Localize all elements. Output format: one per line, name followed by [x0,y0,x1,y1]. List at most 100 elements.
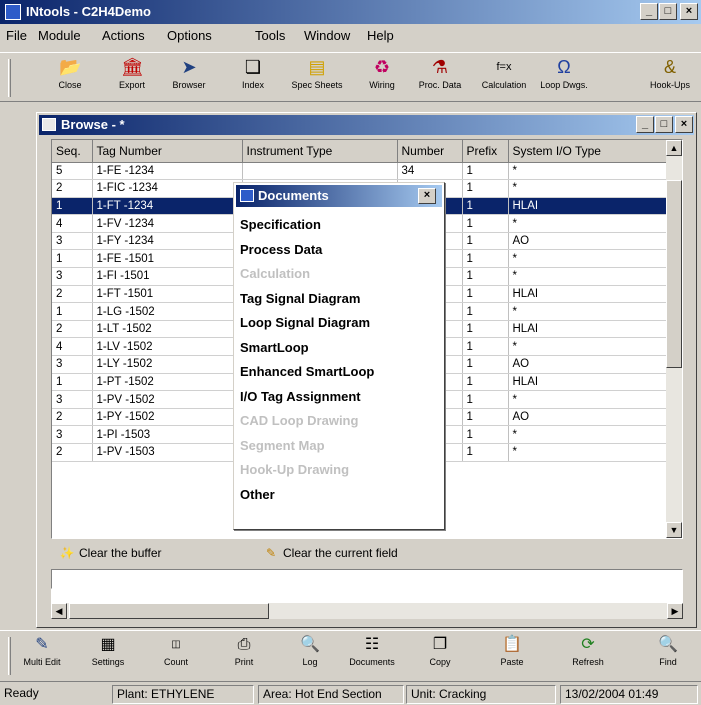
table-cell[interactable]: HLAI [508,285,669,304]
documents-button[interactable]: ☷ Documents [344,635,400,677]
table-cell[interactable]: 3 [52,355,93,374]
menu-file[interactable]: File [6,28,27,43]
document-item-smartloop[interactable]: SmartLoop [240,340,309,355]
table-cell[interactable]: 1-LT -1502 [92,320,243,339]
table-cell[interactable]: * [508,249,669,269]
table-cell[interactable]: HLAI [508,197,669,216]
table-cell[interactable]: 1 [462,285,509,304]
log-button[interactable]: 🔍 Log [282,635,338,677]
clear-buffer-button[interactable]: ✨ Clear the buffer [59,543,259,565]
table-cell[interactable]: 2 [52,408,93,427]
table-cell[interactable]: 4 [52,337,93,357]
app-title-bar[interactable]: INtools - C2H4Demo _ □ × [0,0,701,24]
table-cell[interactable]: 1 [52,249,93,269]
table-cell[interactable]: 1-LG -1502 [92,302,243,321]
menu-module[interactable]: Module [38,28,81,43]
horizontal-scroll-thumb[interactable] [69,603,269,619]
browse-maximize-button[interactable]: □ [655,116,673,133]
maximize-button[interactable]: □ [659,3,677,20]
count-button[interactable]: ◫ Count [148,635,204,677]
settings-button[interactable]: ▦ Settings [80,635,136,677]
grid-vertical-scrollbar[interactable]: ▲ ▼ [666,140,682,538]
spec-sheets-button[interactable]: ▤ Spec Sheets [287,57,347,99]
table-cell[interactable]: 1 [462,162,509,181]
table-cell[interactable]: * [508,425,669,444]
table-cell[interactable]: HLAI [508,320,669,339]
table-cell[interactable]: * [508,214,669,233]
table-cell[interactable]: * [508,162,669,181]
table-cell[interactable]: 2 [52,443,93,462]
table-row[interactable]: 5 1-FE -1234 34 1 * [52,162,669,181]
browse-title-bar[interactable]: Browse - * _ □ × [39,115,694,135]
document-item-tag-signal-diagram[interactable]: Tag Signal Diagram [240,291,360,306]
table-cell[interactable]: * [508,443,669,462]
minimize-button[interactable]: _ [640,3,658,20]
documents-title-bar[interactable]: Documents × [236,185,442,207]
document-item-loop-signal-diagram[interactable]: Loop Signal Diagram [240,315,370,330]
table-cell[interactable]: 1-FE -1501 [92,249,243,269]
table-cell[interactable]: 3 [52,267,93,286]
table-cell[interactable]: HLAI [508,373,669,392]
toolbar-grip[interactable] [8,59,11,97]
table-cell[interactable]: 1 [52,302,93,321]
table-cell[interactable]: 1-FT -1501 [92,285,243,304]
document-item-i-o-tag-assignment[interactable]: I/O Tag Assignment [240,389,361,404]
table-cell[interactable]: * [508,337,669,357]
table-cell[interactable]: 1 [52,197,93,216]
scroll-thumb[interactable] [666,180,682,368]
table-cell[interactable]: 1 [462,267,509,286]
hook-ups-button[interactable]: & Hook-Ups [640,57,700,99]
browse-close-button[interactable]: × [675,116,693,133]
close-button[interactable]: 📂 Close [40,57,100,99]
table-cell[interactable]: AO [508,408,669,427]
table-cell[interactable]: 1 [462,337,509,357]
table-cell[interactable]: 1-PT -1502 [92,373,243,392]
table-cell[interactable]: 3 [52,425,93,444]
table-cell[interactable]: 1 [462,214,509,233]
bottom-toolbar-grip[interactable] [8,637,11,675]
index-button[interactable]: ❏ Index [223,57,283,99]
table-cell[interactable]: 1 [462,179,509,198]
table-cell[interactable]: 1-PY -1502 [92,408,243,427]
document-item-enhanced-smartloop[interactable]: Enhanced SmartLoop [240,364,374,379]
table-cell[interactable]: 4 [52,214,93,233]
paste-button[interactable]: 📋 Paste [484,635,540,677]
table-cell[interactable]: 1 [462,232,509,251]
menu-options[interactable]: Options [167,28,212,43]
documents-close-button[interactable]: × [418,188,436,204]
col-system-io-type[interactable]: System I/O Type [508,140,669,163]
table-cell[interactable]: AO [508,355,669,374]
field-edit-row[interactable] [51,569,683,589]
document-item-specification[interactable]: Specification [240,217,321,232]
col-seq[interactable]: Seq. [52,140,93,163]
table-cell[interactable]: 1 [462,197,509,216]
menu-actions[interactable]: Actions [102,28,145,43]
table-cell[interactable]: 1 [462,425,509,444]
browser-button[interactable]: ➤ Browser [159,57,219,99]
table-cell[interactable]: 1-PV -1502 [92,390,243,409]
menu-tools[interactable]: Tools [255,28,285,43]
table-cell[interactable]: 1-FY -1234 [92,232,243,251]
table-cell[interactable]: 5 [52,162,93,181]
table-cell[interactable]: 1-LV -1502 [92,337,243,357]
find-button[interactable]: 🔍 Find [640,635,696,677]
document-item-other[interactable]: Other [240,487,275,502]
table-cell[interactable]: 3 [52,232,93,251]
menu-help[interactable]: Help [367,28,394,43]
table-cell[interactable]: 1 [52,373,93,392]
document-item-process-data[interactable]: Process Data [240,242,322,257]
table-cell[interactable]: 1-FE -1234 [92,162,243,181]
calculation-button[interactable]: f=x Calculation [474,57,534,99]
export-button[interactable]: 🏛 Export [102,57,162,99]
table-cell[interactable]: 1-FT -1234 [92,197,243,216]
col-prefix[interactable]: Prefix [462,140,509,163]
clear-current-field-button[interactable]: ✎ Clear the current field [263,543,463,565]
refresh-button[interactable]: ⟳ Refresh [560,635,616,677]
field-edit-row-2[interactable] [51,589,683,603]
scroll-left-icon[interactable]: ◀ [51,603,67,619]
table-cell[interactable] [242,162,398,181]
table-cell[interactable]: 1 [462,320,509,339]
table-cell[interactable]: 1 [462,443,509,462]
table-cell[interactable]: * [508,267,669,286]
scroll-up-icon[interactable]: ▲ [666,140,682,156]
